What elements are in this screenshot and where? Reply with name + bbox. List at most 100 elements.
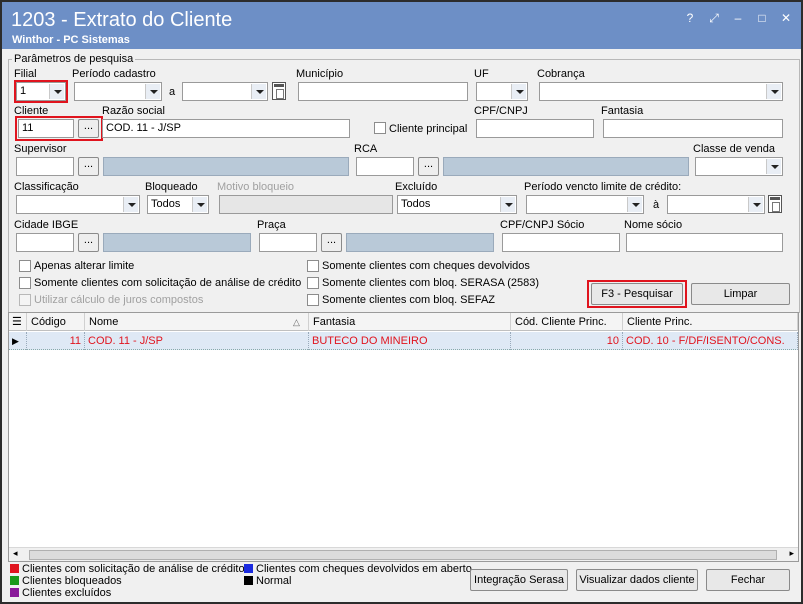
cpf-field[interactable] [476, 119, 594, 138]
maximize-icon[interactable]: □ [755, 11, 769, 25]
municipio-field[interactable] [298, 82, 468, 101]
chevron-down-icon [748, 197, 763, 212]
calendar-icon[interactable] [272, 82, 286, 100]
municipio-label: Município [296, 68, 344, 80]
cliente-principal-label: Cliente principal [389, 123, 468, 135]
cpf-socio-field[interactable] [502, 233, 620, 252]
cliente-highlight [15, 116, 103, 141]
cidade-search-button[interactable]: ... [78, 233, 99, 252]
excluido-label: Excluído [395, 181, 438, 193]
legend-bloqueados: Clientes bloqueados [10, 575, 122, 587]
cidade-field[interactable] [16, 233, 74, 252]
scroll-thumb[interactable] [29, 550, 777, 560]
calendar-icon[interactable] [768, 195, 782, 213]
cheques-label: Somente clientes com cheques devolvidos [322, 260, 530, 272]
alterar-limite-label: Apenas alterar limite [34, 260, 135, 272]
row-indicator-icon: ▶ [9, 332, 27, 350]
content-area: Parâmetros de pesquisa Filial 1 Período … [2, 49, 801, 602]
uf-label: UF [474, 68, 489, 80]
params-group-title: Parâmetros de pesquisa [12, 53, 136, 65]
legend-cheques: Clientes com cheques devolvidos em abert… [244, 563, 472, 575]
rca-search-button[interactable]: ... [418, 157, 439, 176]
praca-name-field [346, 233, 494, 252]
visualizar-dados-button[interactable]: Visualizar dados cliente [576, 569, 698, 591]
limpar-button[interactable]: Limpar [691, 283, 790, 305]
rca-field[interactable] [356, 157, 414, 176]
cliente-principal-checkbox[interactable] [374, 122, 386, 134]
periodo-vencto-label: Período vencto limite de crédito: [524, 181, 682, 193]
col-fantasia[interactable]: Fantasia [309, 313, 511, 331]
excluido-select[interactable]: Todos [397, 195, 517, 214]
window-title: 1203 - Extrato do Cliente [11, 9, 233, 31]
scroll-left-icon[interactable]: ◂ [13, 548, 18, 559]
uf-select[interactable] [476, 82, 528, 101]
window-subtitle: Winthor - PC Sistemas [12, 34, 130, 46]
minimize-icon[interactable]: – [731, 11, 745, 25]
periodo-cadastro-start[interactable] [74, 82, 162, 101]
cheques-checkbox[interactable] [307, 260, 319, 272]
resize-icon[interactable]: ⤢ [707, 11, 721, 25]
supervisor-field[interactable] [16, 157, 74, 176]
fantasia-field[interactable] [603, 119, 783, 138]
rca-label: RCA [354, 143, 378, 155]
classe-select[interactable] [695, 157, 783, 176]
supervisor-search-button[interactable]: ... [78, 157, 99, 176]
cell-cod-princ: 10 [511, 332, 623, 350]
periodo-cadastro-end[interactable] [182, 82, 268, 101]
rca-name-field [443, 157, 689, 176]
col-cod-princ[interactable]: Cód. Cliente Princ. [511, 313, 623, 331]
motivo-label: Motivo bloqueio [217, 181, 295, 193]
col-cliente-princ[interactable]: Cliente Princ. [623, 313, 798, 331]
periodo-cadastro-label: Período cadastro [72, 68, 156, 80]
cobranca-label: Cobrança [537, 68, 585, 80]
results-grid[interactable]: ☰ Código Nome △ Fantasia Cód. Cliente Pri… [8, 312, 799, 562]
sort-asc-icon: △ [293, 317, 300, 327]
scroll-right-icon[interactable]: ▸ [789, 548, 794, 559]
fantasia-label: Fantasia [601, 105, 644, 117]
sefaz-checkbox[interactable] [307, 294, 319, 306]
col-nome[interactable]: Nome △ [85, 313, 309, 331]
solicitacao-label: Somente clientes com solicitação de anál… [34, 277, 302, 289]
filial-highlight [14, 80, 68, 103]
cidade-name-field [103, 233, 251, 252]
chevron-down-icon [627, 197, 642, 212]
close-icon[interactable]: ✕ [779, 11, 793, 25]
praca-field[interactable] [259, 233, 317, 252]
alterar-limite-checkbox[interactable] [19, 260, 31, 272]
filial-label: Filial [14, 68, 37, 80]
chevron-down-icon [145, 84, 160, 99]
nome-socio-label: Nome sócio [624, 219, 683, 231]
col-codigo[interactable]: Código [27, 313, 85, 331]
supervisor-label: Supervisor [14, 143, 67, 155]
periodo-vencto-end[interactable] [667, 195, 765, 214]
window-controls: ? ⤢ – □ ✕ [683, 11, 793, 25]
cell-nome: COD. 11 - J/SP [85, 332, 309, 350]
nome-socio-field[interactable] [626, 233, 783, 252]
grid-menu-icon[interactable]: ☰ [9, 313, 27, 331]
grid-header: ☰ Código Nome △ Fantasia Cód. Cliente Pri… [9, 313, 798, 331]
solicitacao-checkbox[interactable] [19, 277, 31, 289]
cpf-socio-label: CPF/CNPJ Sócio [500, 219, 585, 231]
cell-codigo: 11 [27, 332, 85, 350]
juros-label: Utilizar cálculo de juros compostos [34, 294, 204, 306]
table-row[interactable]: ▶ 11 COD. 11 - J/SP BUTECO DO MINEIRO 10… [9, 332, 798, 350]
chevron-down-icon [766, 84, 781, 99]
fechar-button[interactable]: Fechar [706, 569, 790, 591]
help-icon[interactable]: ? [683, 11, 697, 25]
pesquisar-highlight [587, 280, 687, 308]
praca-search-button[interactable]: ... [321, 233, 342, 252]
chevron-down-icon [766, 159, 781, 174]
periodo-vencto-a-label: à [653, 199, 660, 211]
praca-label: Praça [257, 219, 286, 231]
integracao-serasa-button[interactable]: Integração Serasa [470, 569, 568, 591]
chevron-down-icon [511, 84, 526, 99]
cobranca-select[interactable] [539, 82, 783, 101]
chevron-down-icon [500, 197, 515, 212]
serasa-checkbox[interactable] [307, 277, 319, 289]
razao-field[interactable]: COD. 11 - J/SP [102, 119, 350, 138]
razao-label: Razão social [102, 105, 165, 117]
classificacao-select[interactable] [16, 195, 140, 214]
horizontal-scrollbar[interactable]: ◂ ▸ [9, 547, 798, 561]
bloqueado-select[interactable]: Todos [147, 195, 209, 214]
periodo-vencto-start[interactable] [526, 195, 644, 214]
